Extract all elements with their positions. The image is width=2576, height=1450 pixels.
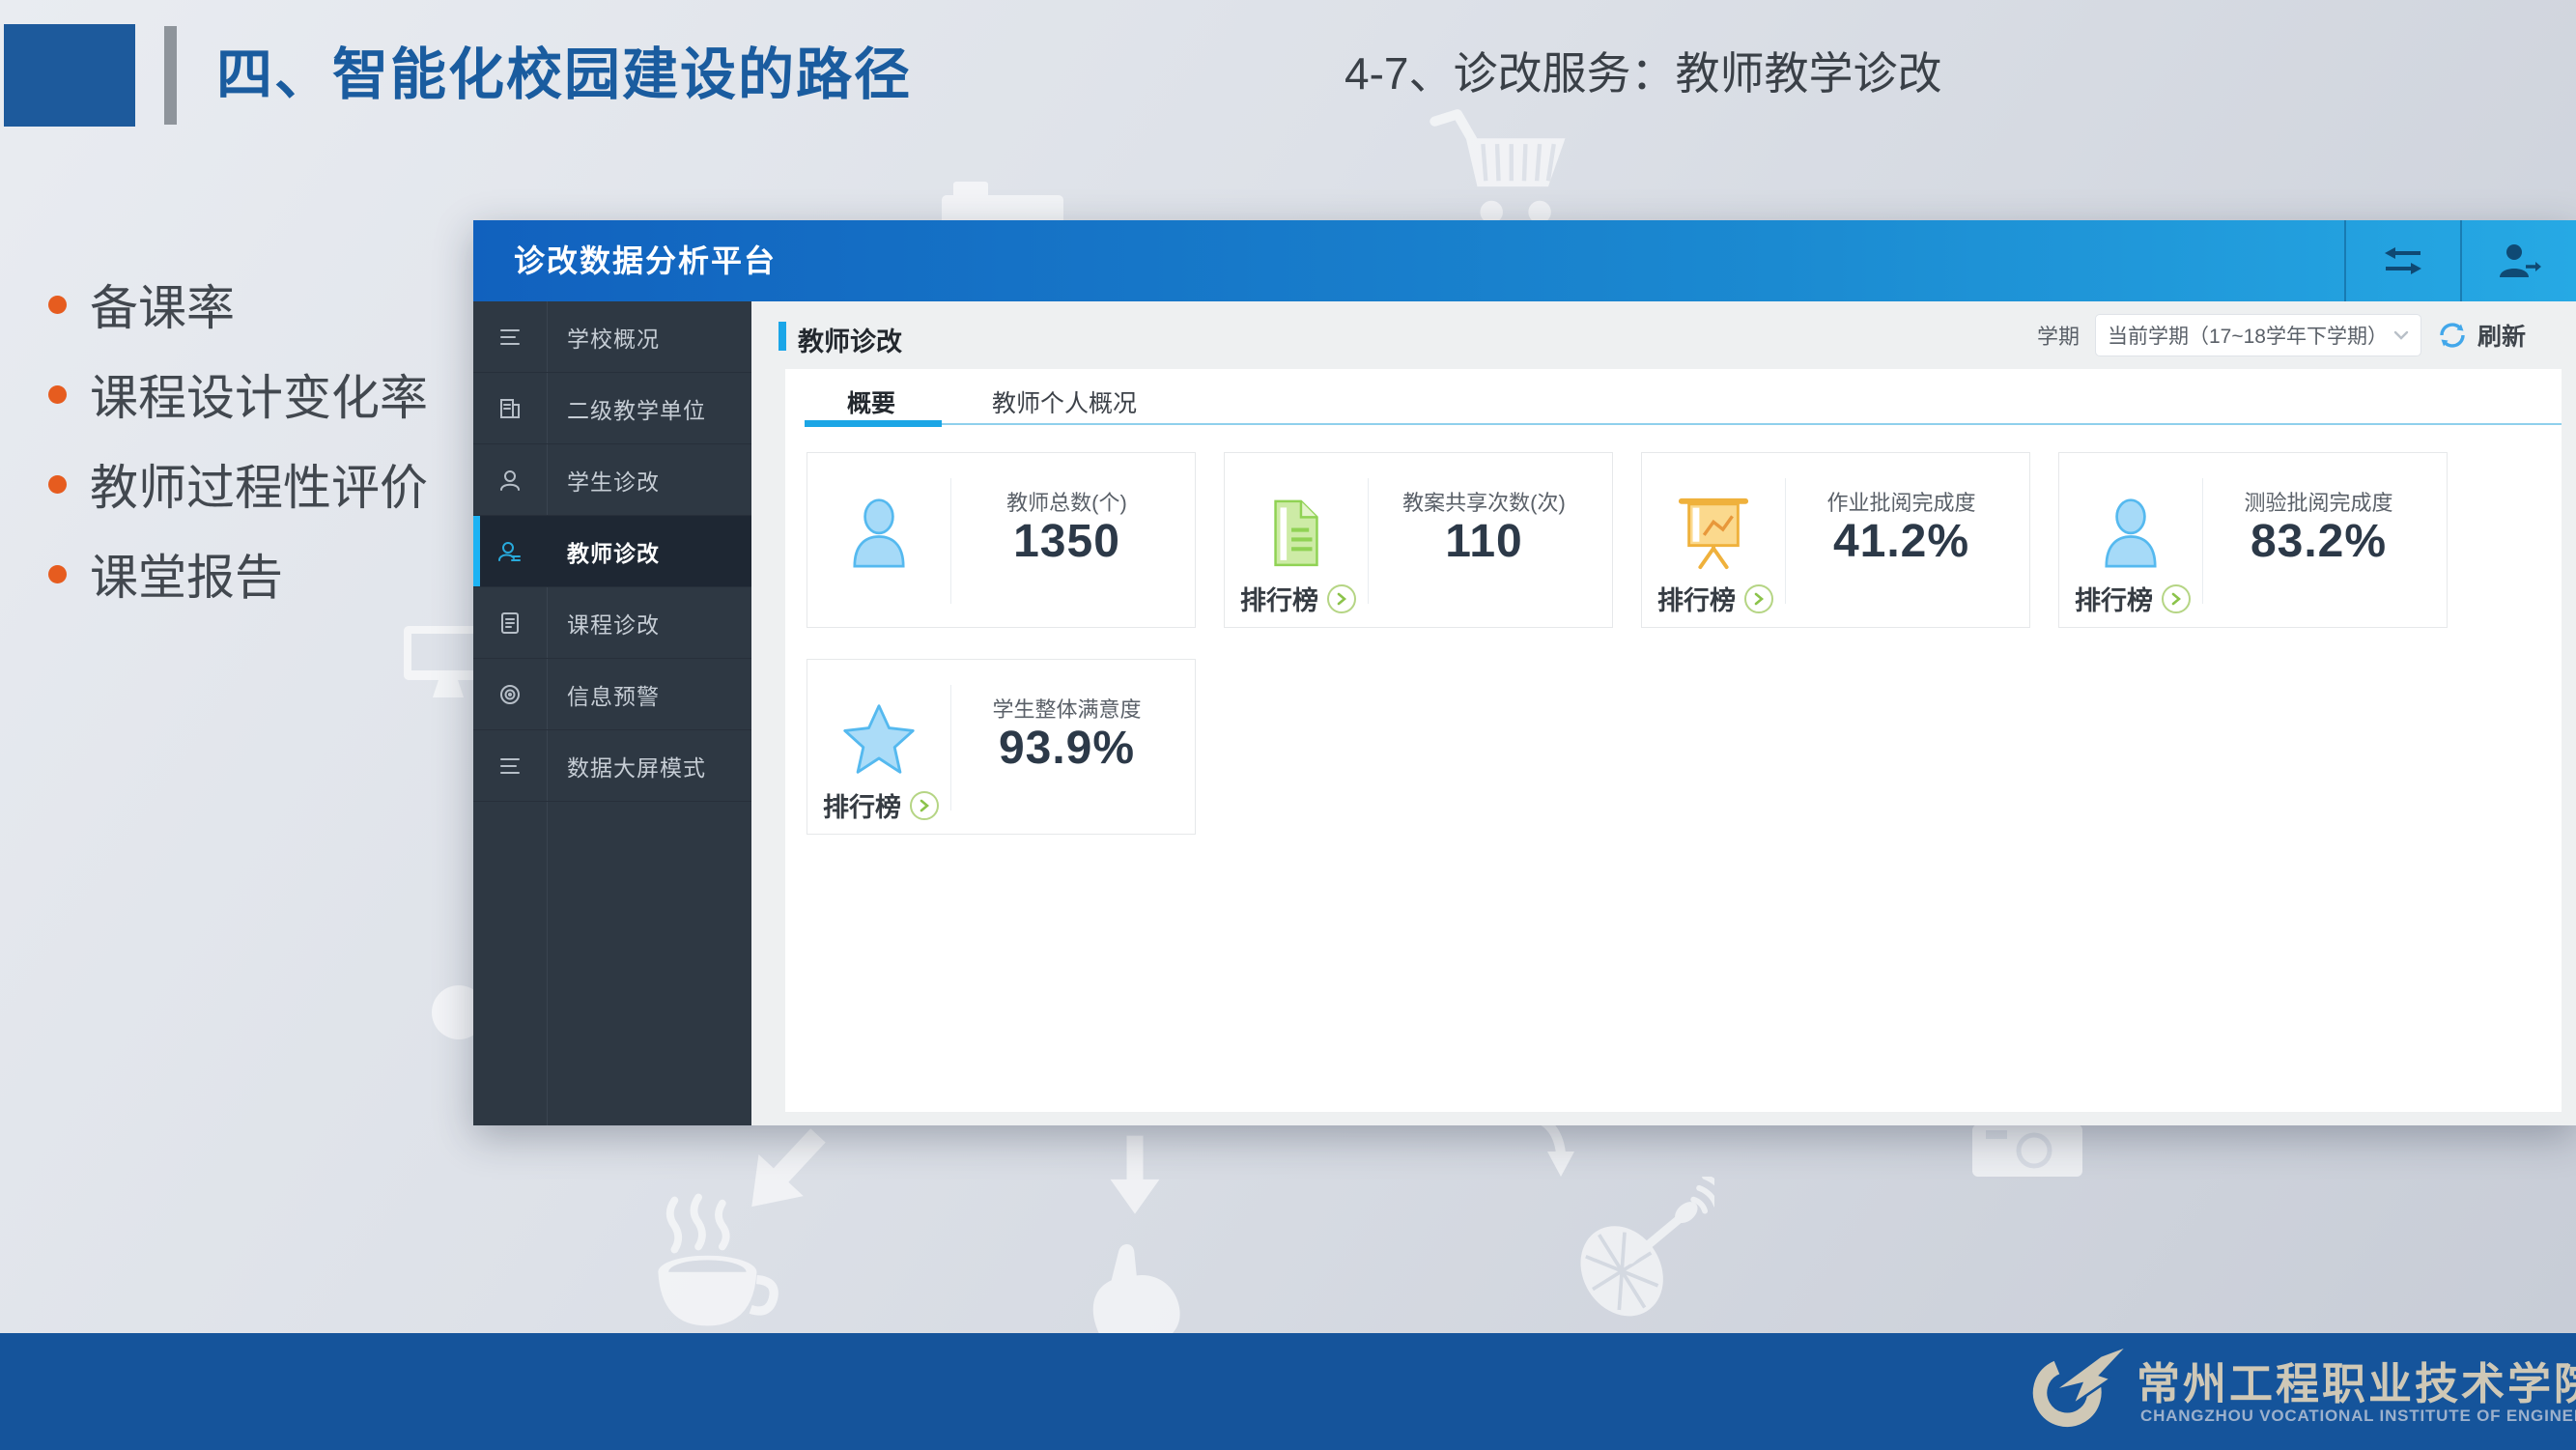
chevron-right-icon [2162,584,2191,613]
sidebar-item-secondary-units[interactable]: 二级教学单位 [473,373,751,444]
page-title: 教师诊改 [798,321,902,358]
sidebar-item-big-screen-mode[interactable]: 数据大屏模式 [473,730,751,802]
ranking-link[interactable]: 排行榜 [823,786,939,824]
chevron-right-icon [1744,584,1773,613]
refresh-button[interactable]: 刷新 [2437,318,2526,353]
sidebar-item-school-overview[interactable]: 学校概况 [473,301,751,373]
bullet-dot [48,475,67,494]
building-icon [473,373,547,443]
slide-canvas: 四、智能化校园建设的路径 4-7、诊改服务：教师教学诊改 备课率 课程设计变化率… [0,0,2576,1450]
shopping-cart-watermark-icon [1428,104,1572,235]
title-accent-rule [164,26,177,125]
hand-watermark-icon [1077,1244,1199,1343]
chevron-right-icon [910,791,939,820]
bullet-item: 备课率 [48,280,428,328]
school-name-en: CHANGZHOU VOCATIONAL INSTITUTE OF ENGINE… [2140,1407,2576,1426]
tab-overview[interactable]: 概要 [847,384,895,419]
swap-icon [2380,244,2426,277]
person-icon [840,488,918,577]
user-button[interactable] [2460,220,2576,301]
stat-card-teacher-total: 教师总数(个) 1350 [807,452,1196,628]
main-content: 教师诊改 学期 当前学期（17~18学年下学期） [751,301,2576,1125]
bullet-item: 课程设计变化率 [48,370,428,418]
target-icon [473,659,547,729]
app-window: 诊改数据分析平台 [473,220,2576,1125]
stat-cards: 教师总数(个) 1350 [807,452,2542,835]
document-icon [473,587,547,658]
tab-bar: 概要 教师个人概况 [785,369,2562,429]
active-tab-underline [805,420,942,427]
homework-board-icon [1675,488,1752,577]
star-icon [840,695,918,783]
school-logo-icon [2022,1343,2136,1436]
footer: 常州工程职业技术学院 CHANGZHOU VOCATIONAL INSTITUT… [0,1333,2576,1450]
slide-subtitle: 4-7、诊改服务：教师教学诊改 [1345,39,1941,102]
bullet-list: 备课率 课程设计变化率 教师过程性评价 课堂报告 [48,280,428,640]
refresh-icon [2437,320,2468,351]
content-panel: 概要 教师个人概况 教师总数(个) [785,369,2562,1112]
stat-card-quiz-review: 测验批阅完成度 83.2% 排行榜 [2058,452,2448,628]
chevron-right-icon [1327,584,1356,613]
tab-teacher-profile[interactable]: 教师个人概况 [992,384,1137,419]
ranking-link[interactable]: 排行榜 [2075,580,2191,617]
bullet-dot [48,385,67,404]
ranking-link[interactable]: 排行榜 [1657,580,1773,617]
semester-select[interactable]: 当前学期（17~18学年下学期） [2095,314,2421,356]
tab-baseline [942,423,2562,425]
sidebar: 学校概况 二级教学单位 学生诊改 [473,301,751,1125]
logout-user-icon [2497,242,2541,279]
down-arrow-watermark-icon [1103,1128,1167,1225]
app-brand: 诊改数据分析平台 [514,220,777,301]
swap-button[interactable] [2344,220,2460,301]
sidebar-item-info-warning[interactable]: 信息预警 [473,659,751,730]
screen-lines-icon [473,730,547,801]
app-header: 诊改数据分析平台 [473,220,2576,301]
ranking-link[interactable]: 排行榜 [1240,580,1356,617]
stat-card-homework-review: 作业批阅完成度 41.2% 排行榜 [1641,452,2030,628]
list-icon [473,301,547,372]
bullet-dot [48,296,67,314]
slide-title: 四、智能化校园建设的路径 [216,29,912,110]
title-accent-square [4,24,135,127]
stat-card-lesson-shares: 教案共享次数(次) 110 排行榜 [1224,452,1613,628]
bullet-item: 课堂报告 [48,550,428,598]
school-name: 常州工程职业技术学院 [2137,1349,2576,1411]
chevron-down-icon [2393,330,2409,341]
sidebar-item-student-diagnosis[interactable]: 学生诊改 [473,444,751,516]
page-title-accent [778,322,786,351]
bullet-item: 教师过程性评价 [48,460,428,508]
lesson-plan-icon [1258,488,1335,577]
semester-label: 学期 [2037,320,2080,351]
student-icon [473,444,547,515]
person-icon [2092,488,2169,577]
teacher-icon [473,516,547,586]
sidebar-item-course-diagnosis[interactable]: 课程诊改 [473,587,751,659]
bullet-dot [48,565,67,583]
stat-card-student-satisfaction: 学生整体满意度 93.9% 排行榜 [807,659,1196,835]
sidebar-item-teacher-diagnosis[interactable]: 教师诊改 [473,516,751,587]
satellite-watermark-icon [1555,1177,1714,1331]
